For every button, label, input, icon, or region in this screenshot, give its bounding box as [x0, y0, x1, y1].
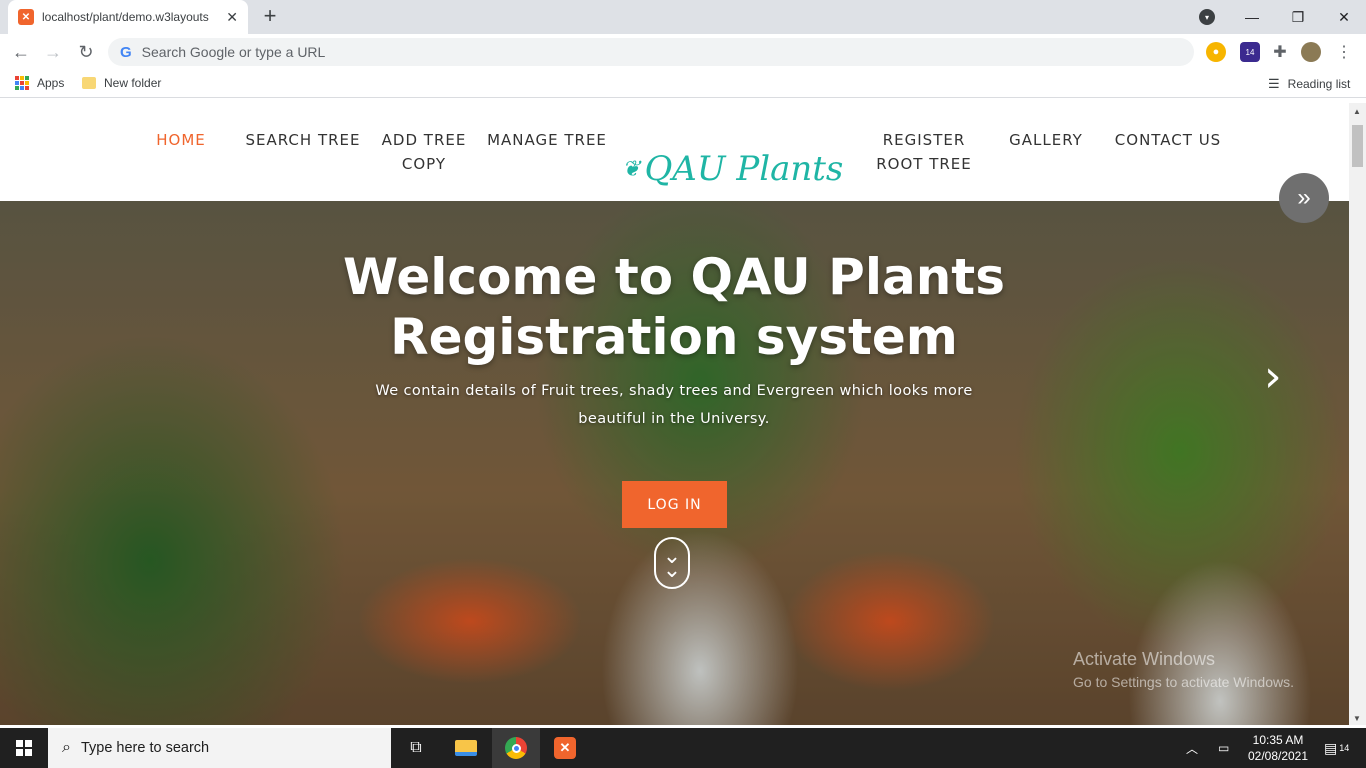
new-tab-button[interactable]: +: [258, 5, 282, 29]
site-logo[interactable]: ❦ QAU Plants: [622, 149, 843, 189]
restore-button[interactable]: ❐: [1275, 0, 1321, 34]
battery-icon[interactable]: ▭: [1218, 728, 1229, 768]
windows-logo-icon: [16, 740, 32, 756]
tab-close-icon[interactable]: ✕: [226, 9, 238, 26]
scroll-up-arrow-icon[interactable]: ▲: [1353, 107, 1361, 116]
extension-count: 14: [1245, 47, 1255, 57]
avatar[interactable]: [1301, 42, 1321, 62]
windows-taskbar: ⌕ Type here to search ⧉ ✕ ︿ ▭ 10:35 AM 0…: [0, 728, 1366, 768]
reading-list-label: Reading list: [1287, 77, 1351, 91]
activate-windows-watermark: Activate Windows Go to Settings to activ…: [1073, 649, 1294, 690]
scroll-down-arrow-icon[interactable]: ▼: [1353, 714, 1361, 723]
start-button[interactable]: [0, 728, 48, 768]
tray-chevron-icon[interactable]: ︿: [1186, 728, 1198, 768]
hero-subtitle: We contain details of Fruit trees, shady…: [375, 383, 973, 427]
reading-list-icon: ☰: [1268, 76, 1280, 91]
hero-title: Welcome to QAU Plants Registration syste…: [343, 248, 1005, 366]
carousel-next-icon[interactable]: ›: [1264, 351, 1282, 402]
close-window-button[interactable]: ✕: [1321, 0, 1366, 34]
taskbar-search-placeholder: Type here to search: [80, 740, 210, 756]
notification-count: 14: [1339, 743, 1350, 753]
logo-text: QAU Plants: [644, 149, 844, 189]
nav-gallery[interactable]: GALLERY: [1000, 128, 1092, 152]
nav-add-tree-line1: ADD TREE: [381, 131, 467, 149]
browser-toolbar: ← → ↻ G ● 14 ✚ ⋮: [0, 34, 1366, 70]
nav-register-line1: REGISTER: [882, 131, 966, 149]
reload-icon[interactable]: ↻: [73, 39, 99, 65]
back-icon[interactable]: ←: [8, 39, 34, 65]
bookmark-folder-label: New folder: [104, 76, 162, 90]
side-menu-toggle-icon[interactable]: »: [1279, 173, 1329, 223]
tab-search-icon[interactable]: ▾: [1199, 9, 1215, 25]
watermark-line1: Activate Windows: [1073, 649, 1216, 669]
nav-register-line2: ROOT TREE: [876, 155, 972, 173]
nav-manage-tree[interactable]: MANAGE TREE: [480, 128, 614, 152]
extension-icon[interactable]: ●: [1206, 42, 1226, 62]
extension-badge-icon[interactable]: 14: [1240, 42, 1260, 62]
xampp-icon[interactable]: ✕: [541, 728, 589, 768]
bookmark-new-folder[interactable]: New folder: [82, 76, 161, 90]
folder-icon: [82, 77, 96, 89]
hero-banner: Welcome to QAU Plants Registration syste…: [0, 201, 1349, 725]
scroll-down-icon[interactable]: ⌄ ⌄: [654, 537, 690, 589]
forward-icon[interactable]: →: [40, 39, 66, 65]
bookmark-apps[interactable]: Apps: [15, 76, 64, 90]
apps-grid-icon: [15, 76, 29, 90]
xampp-favicon-icon: ✕: [18, 9, 34, 25]
browser-tab[interactable]: ✕ localhost/plant/demo.w3layouts ✕: [8, 0, 248, 34]
bookmark-apps-label: Apps: [37, 76, 65, 90]
task-view-icon[interactable]: ⧉: [392, 728, 440, 768]
menu-kebab-icon[interactable]: ⋮: [1334, 42, 1354, 62]
chrome-icon[interactable]: [492, 728, 540, 768]
nav-home[interactable]: HOME: [146, 128, 216, 152]
browser-tabstrip: ✕ localhost/plant/demo.w3layouts ✕ + ▾ —…: [0, 0, 1366, 34]
leaf-icon: ❦: [622, 156, 641, 182]
minimize-button[interactable]: —: [1229, 0, 1275, 34]
nav-add-tree[interactable]: ADD TREE COPY: [376, 128, 472, 176]
nav-add-tree-line2: COPY: [401, 155, 447, 173]
nav-contact-us[interactable]: CONTACT US: [1106, 128, 1230, 152]
clock-date: 02/08/2021: [1247, 749, 1309, 763]
page-scrollbar[interactable]: ▲ ▼: [1349, 103, 1366, 725]
address-bar[interactable]: G: [108, 38, 1194, 66]
reading-list[interactable]: ☰ Reading list: [1268, 76, 1350, 92]
notification-center-icon[interactable]: ▤ 14: [1324, 728, 1349, 768]
taskbar-search-box[interactable]: ⌕ Type here to search: [48, 728, 391, 768]
site-header: HOME SEARCH TREE ADD TREE COPY MANAGE TR…: [0, 103, 1349, 201]
puzzle-icon[interactable]: ✚: [1270, 42, 1290, 62]
tab-title: localhost/plant/demo.w3layouts: [42, 10, 209, 24]
file-explorer-icon[interactable]: [442, 728, 490, 768]
web-page: HOME SEARCH TREE ADD TREE COPY MANAGE TR…: [0, 103, 1349, 725]
clock-time: 10:35 AM: [1252, 733, 1304, 747]
watermark-line2: Go to Settings to activate Windows.: [1073, 674, 1294, 690]
url-input[interactable]: [141, 44, 1042, 60]
nav-search-tree[interactable]: SEARCH TREE: [240, 128, 366, 152]
taskbar-clock[interactable]: 10:35 AM 02/08/2021: [1240, 732, 1316, 764]
scrollbar-thumb[interactable]: [1352, 125, 1363, 167]
login-button[interactable]: LOG IN: [622, 481, 727, 528]
bookmarks-bar: Apps New folder ☰ Reading list: [0, 70, 1366, 98]
search-icon: ⌕: [62, 739, 71, 756]
google-icon: G: [120, 43, 132, 61]
nav-register-root-tree[interactable]: REGISTER ROOT TREE: [870, 128, 978, 176]
